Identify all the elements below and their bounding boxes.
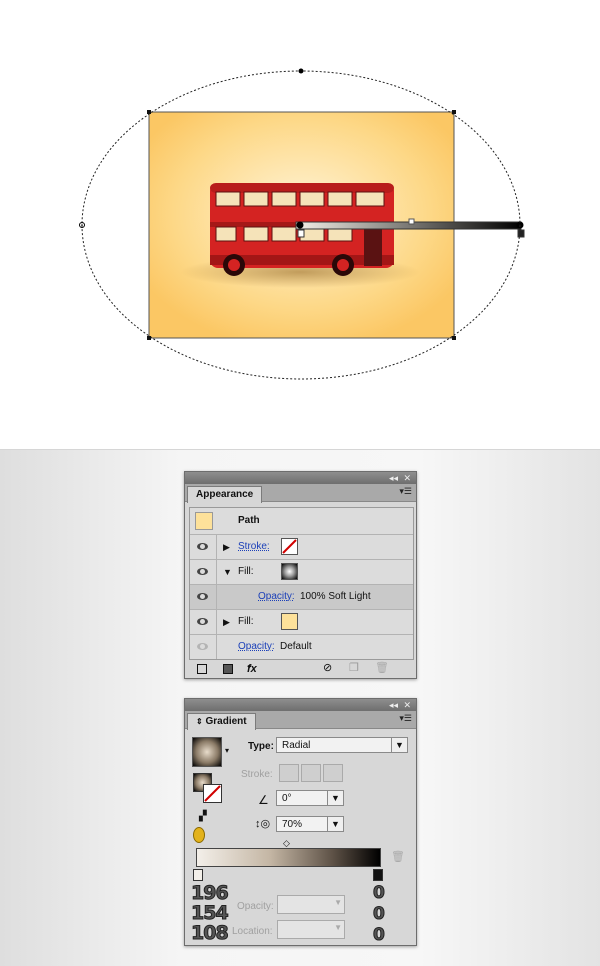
opacity-input[interactable]: ▼: [277, 895, 345, 914]
path-thumbnail-swatch: [195, 512, 213, 530]
color-value-3: 108: [191, 922, 230, 945]
stroke-within-icon[interactable]: [279, 764, 299, 782]
none-swatch-icon[interactable]: [281, 538, 298, 555]
stroke-along-icon[interactable]: [301, 764, 321, 782]
right-value-3: 0: [373, 925, 386, 946]
type-select-value: Radial: [282, 740, 311, 751]
opacity-link[interactable]: Opacity:: [258, 591, 295, 602]
fill-label: Fill:: [238, 616, 254, 627]
right-value-1: 0: [373, 883, 386, 904]
panel-titlebar[interactable]: ◂◂ ✕: [185, 699, 416, 711]
color-stop-right[interactable]: [373, 869, 383, 881]
expand-triangle-icon[interactable]: ▶: [223, 542, 230, 553]
fill-row-gradient[interactable]: ▼ Fill:: [190, 560, 413, 585]
color-stop-left[interactable]: [193, 869, 203, 881]
aspect-ratio-value: 70%: [282, 819, 303, 830]
chevron-down-icon[interactable]: ▼: [327, 817, 343, 831]
right-value-2: 0: [373, 904, 386, 925]
eyedropper-color-icon[interactable]: [193, 827, 205, 843]
fill-stroke-swatches[interactable]: [193, 773, 223, 803]
trash-icon[interactable]: 🗑: [375, 661, 389, 674]
collapse-icon[interactable]: ◂◂: [389, 472, 398, 484]
location-input[interactable]: ▼: [277, 920, 345, 939]
visibility-eye-icon[interactable]: [197, 643, 208, 650]
duplicate-item-icon[interactable]: ❐: [349, 661, 359, 674]
opacity-link[interactable]: Opacity:: [238, 641, 275, 652]
collapse-icon[interactable]: ◂◂: [389, 699, 398, 711]
color-value-1: 196: [191, 882, 230, 905]
angle-input[interactable]: 0° ▼: [276, 790, 344, 806]
tab-gradient[interactable]: ⇕ Gradient: [187, 713, 256, 730]
color-value-2: 154: [191, 902, 230, 925]
radial-gradient-swatch-icon[interactable]: [281, 563, 298, 580]
appearance-panel: ◂◂ ✕ Appearance ▾☰ Path ▶ Stroke: ▼ Fill…: [184, 471, 417, 679]
opacity-label: Opacity:: [237, 901, 274, 912]
yellow-swatch-icon[interactable]: [281, 613, 298, 630]
trash-icon[interactable]: 🗑: [391, 850, 405, 863]
stroke-row[interactable]: ▶ Stroke:: [190, 535, 413, 560]
location-label: Location:: [232, 926, 273, 937]
aspect-ratio-icon: ↕◎: [255, 818, 271, 830]
expand-triangle-icon[interactable]: ▶: [223, 617, 230, 628]
collapse-triangle-icon[interactable]: ▼: [223, 567, 232, 577]
artwork-svg: [79, 68, 525, 380]
visibility-eye-icon[interactable]: [197, 543, 208, 550]
stroke-none-swatch[interactable]: [203, 784, 222, 803]
gradient-panel: ◂◂ ✕ ⇕ Gradient ▾☰ ▾ Type: Radial ▼ Stro…: [184, 698, 417, 946]
stroke-link[interactable]: Stroke:: [238, 541, 270, 552]
thumbnail-dropdown-icon[interactable]: ▾: [225, 746, 229, 755]
panel-menu-icon[interactable]: ▾☰: [399, 486, 412, 497]
close-icon[interactable]: ✕: [403, 699, 411, 711]
close-icon[interactable]: ✕: [403, 472, 411, 484]
fill-row-solid[interactable]: ▶ Fill:: [190, 610, 413, 635]
chevron-down-icon[interactable]: ▼: [334, 923, 342, 932]
panel-menu-icon[interactable]: ▾☰: [399, 713, 412, 724]
opacity-default-row[interactable]: Opacity: Default: [190, 635, 413, 659]
opacity-value: 100% Soft Light: [300, 591, 371, 602]
chevron-down-icon[interactable]: ▼: [391, 738, 407, 752]
reverse-gradient-icon[interactable]: ▞: [199, 811, 207, 822]
gradient-thumbnail[interactable]: [192, 737, 222, 767]
clear-appearance-icon[interactable]: ⊘: [323, 661, 332, 674]
panel-titlebar[interactable]: ◂◂ ✕: [185, 472, 416, 484]
tab-gradient-label: Gradient: [205, 716, 247, 727]
angle-icon: ∠: [258, 793, 269, 807]
visibility-eye-icon[interactable]: [197, 618, 208, 625]
visibility-eye-icon[interactable]: [197, 593, 208, 600]
appearance-header-row[interactable]: Path: [190, 508, 413, 535]
stroke-label: Stroke:: [241, 769, 273, 780]
stroke-across-icon[interactable]: [323, 764, 343, 782]
fx-arrow-icon: ▾: [247, 664, 251, 671]
opacity-soft-light-row[interactable]: Opacity: 100% Soft Light: [190, 585, 413, 610]
gradient-slider[interactable]: [196, 848, 381, 867]
opacity-value: Default: [280, 641, 312, 652]
angle-value: 0°: [282, 793, 292, 804]
tab-appearance[interactable]: Appearance: [187, 486, 263, 503]
tab-arrows-icon: ⇕: [196, 717, 203, 726]
chevron-down-icon[interactable]: ▼: [334, 898, 342, 907]
appearance-footer: fx ▾ ⊘ ❐ 🗑: [185, 658, 416, 678]
artboard-canvas[interactable]: [0, 0, 600, 450]
stroke-options: [279, 764, 343, 785]
visibility-eye-icon[interactable]: [197, 568, 208, 575]
chevron-down-icon[interactable]: ▼: [327, 791, 343, 805]
type-label: Type:: [248, 741, 274, 752]
type-select[interactable]: Radial ▼: [276, 737, 408, 753]
aspect-ratio-input[interactable]: 70% ▼: [276, 816, 344, 832]
path-label: Path: [238, 515, 260, 526]
appearance-list: Path ▶ Stroke: ▼ Fill: Opacity: 100% Sof…: [189, 507, 414, 660]
fill-label: Fill:: [238, 566, 254, 577]
